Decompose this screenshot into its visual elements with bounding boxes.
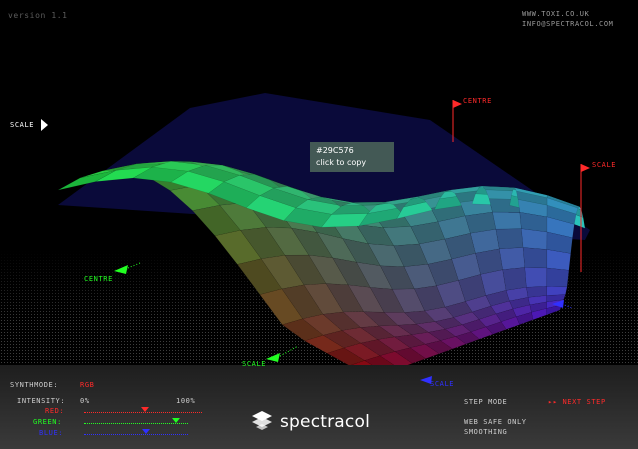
color-space-viewer: version 1.1 WWW.TOXI.CO.UK INFO@SPECTRAC… bbox=[0, 0, 638, 449]
scale-label-right: SCALE bbox=[592, 161, 617, 169]
fast-forward-icon: ▸▸ bbox=[548, 398, 558, 406]
scale-flag-bottom-green[interactable] bbox=[264, 344, 300, 364]
intensity-max: 100% bbox=[176, 397, 196, 405]
scale-flag-right[interactable] bbox=[578, 160, 592, 272]
surface-facet[interactable] bbox=[499, 247, 526, 270]
blue-slider-thumb[interactable] bbox=[142, 429, 151, 434]
blue-label: BLUE: bbox=[39, 429, 64, 437]
version-text: version 1.1 bbox=[8, 11, 68, 20]
tooltip-copy-action[interactable]: click to copy bbox=[316, 157, 388, 169]
surface-facet[interactable] bbox=[521, 228, 548, 250]
scale-handle-left[interactable]: SCALE bbox=[10, 119, 49, 131]
centre-flag-left[interactable] bbox=[112, 262, 142, 278]
synthmode-value[interactable]: RGB bbox=[80, 381, 94, 389]
color-tooltip[interactable]: #29C576 click to copy bbox=[310, 142, 394, 172]
web-safe-toggle[interactable]: WEB SAFE ONLY bbox=[464, 418, 527, 426]
site-link[interactable]: WWW.TOXI.CO.UK bbox=[522, 10, 589, 18]
smoothing-toggle[interactable]: SMOOTHING bbox=[464, 428, 507, 436]
control-panel-background bbox=[0, 365, 638, 449]
brand-name: spectracol bbox=[280, 412, 370, 432]
red-label: RED: bbox=[45, 407, 65, 415]
red-slider-track[interactable] bbox=[84, 412, 202, 413]
surface-facet[interactable] bbox=[546, 286, 568, 296]
step-mode-toggle[interactable]: STEP MODE bbox=[464, 398, 507, 406]
centre-flag-bottom-blue[interactable] bbox=[550, 298, 574, 312]
surface-facet[interactable] bbox=[522, 247, 548, 269]
intensity-min: 0% bbox=[80, 397, 90, 405]
centre-label-left: CENTRE bbox=[84, 275, 113, 283]
tooltip-hex: #29C576 bbox=[316, 146, 354, 155]
next-step-button[interactable]: ▸▸ NEXT STEP bbox=[548, 398, 606, 406]
blue-slider-track[interactable] bbox=[84, 434, 188, 435]
surface-facet[interactable] bbox=[502, 267, 527, 291]
intensity-label: INTENSITY: bbox=[17, 397, 66, 405]
next-step-label: NEXT STEP bbox=[562, 398, 606, 406]
surface-facet[interactable] bbox=[546, 267, 570, 288]
centre-flag-top[interactable] bbox=[450, 96, 464, 142]
red-slider-thumb[interactable] bbox=[141, 407, 150, 412]
green-slider-track[interactable] bbox=[84, 423, 188, 424]
scale-label-bottom-green: SCALE bbox=[242, 360, 267, 368]
scale-label: SCALE bbox=[10, 121, 35, 129]
surface-facet[interactable] bbox=[495, 228, 524, 250]
email-link[interactable]: INFO@SPECTRACOL.COM bbox=[522, 20, 613, 28]
green-slider-thumb[interactable] bbox=[171, 418, 180, 423]
surface-facet[interactable] bbox=[492, 211, 522, 230]
surface-facet[interactable] bbox=[524, 267, 548, 288]
centre-label-top: CENTRE bbox=[463, 97, 492, 105]
triangle-right-icon bbox=[40, 119, 48, 131]
synthmode-label: SYNTHMODE: bbox=[10, 381, 59, 389]
spectracol-logo-icon bbox=[252, 411, 272, 430]
scale-label-bottom-blue: SCALE bbox=[430, 380, 455, 388]
green-label: GREEN: bbox=[33, 418, 62, 426]
